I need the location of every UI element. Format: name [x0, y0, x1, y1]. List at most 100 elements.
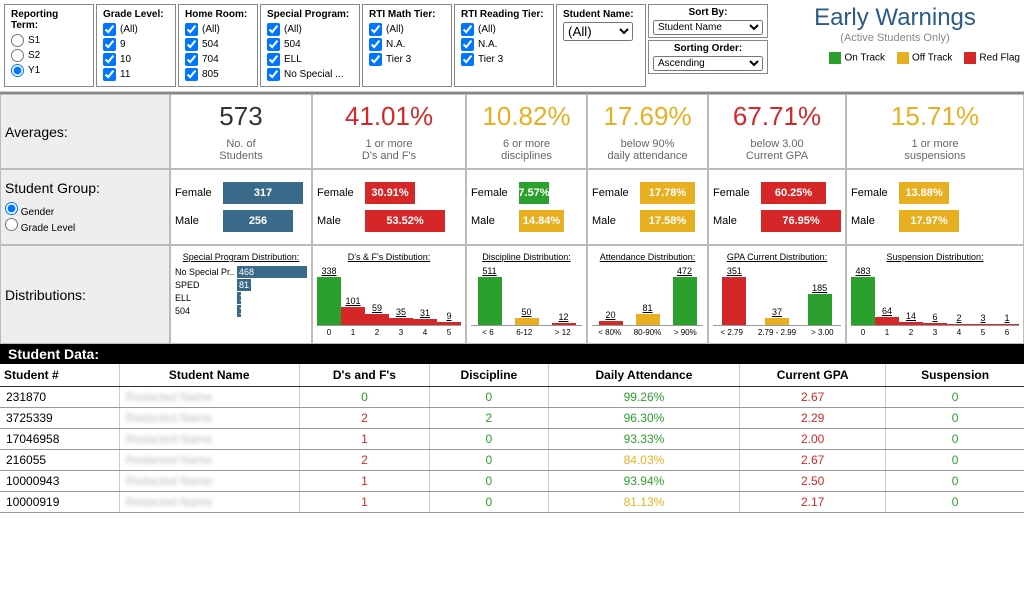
checkbox-input[interactable]	[461, 38, 474, 51]
checkbox-input[interactable]	[185, 68, 198, 81]
dist-cell-0: Special Program Distribution:No Special …	[170, 245, 312, 344]
filter-option[interactable]: N.A.	[369, 37, 445, 52]
sg-row: Female7.57%	[471, 182, 582, 204]
filter-option[interactable]: (All)	[369, 22, 445, 37]
filter-option[interactable]: S1	[11, 33, 87, 48]
table-header[interactable]: Discipline	[430, 364, 549, 387]
table-header[interactable]: Suspension	[886, 364, 1024, 387]
checkbox-input[interactable]	[185, 53, 198, 66]
filter-option[interactable]: (All)	[461, 22, 547, 37]
avg-desc: below 3.00Current GPA	[713, 138, 841, 162]
checkbox-input[interactable]	[267, 23, 280, 36]
filter-option[interactable]: Tier 3	[461, 52, 547, 67]
sg-row: Male17.58%	[592, 210, 703, 232]
sg-radio-gender[interactable]: Gender	[5, 207, 54, 218]
dist-cell-1: D's & F's Distibution:338101593531901234…	[312, 245, 466, 344]
radio-input[interactable]	[11, 34, 24, 47]
filter-option[interactable]: (All)	[103, 22, 169, 37]
filter-option[interactable]: Tier 3	[369, 52, 445, 67]
filter-option[interactable]: (All)	[267, 22, 353, 37]
checkbox-input[interactable]	[461, 53, 474, 66]
avg-cell-0: 573No. ofStudents	[170, 94, 312, 169]
filter-option[interactable]: N.A.	[461, 37, 547, 52]
student-name-select[interactable]: (All)	[563, 22, 633, 41]
legend-swatch-yellow	[897, 52, 909, 64]
sg-cell-3: Female17.78%Male17.58%	[587, 169, 708, 245]
filter-option[interactable]: No Special ...	[267, 67, 353, 82]
table-row[interactable]: 10000943Redacted Name1093.94%2.500	[0, 471, 1024, 492]
table-row[interactable]: 216055Redacted Name2084.03%2.670	[0, 450, 1024, 471]
table-header[interactable]: D's and F's	[299, 364, 429, 387]
table-row[interactable]: 17046958Redacted Name1093.33%2.000	[0, 429, 1024, 450]
sg-row: Female13.88%	[851, 182, 1019, 204]
filter-option[interactable]: Y1	[11, 63, 87, 78]
filter-option[interactable]: 504	[185, 37, 251, 52]
checkbox-input[interactable]	[267, 38, 280, 51]
page-subtitle: (Active Students Only)	[770, 32, 1020, 44]
sg-bar: 17.78%	[640, 182, 695, 204]
filter-option[interactable]: S2	[11, 48, 87, 63]
table-header[interactable]: Daily Attendance	[548, 364, 739, 387]
filter-option[interactable]: 704	[185, 52, 251, 67]
dist-cell-3: Attendance Distribution:2081472< 80%80-9…	[587, 245, 708, 344]
sg-radio-grade[interactable]: Grade Level	[5, 223, 75, 234]
checkbox-input[interactable]	[461, 23, 474, 36]
checkbox-input[interactable]	[369, 23, 382, 36]
dist-chart: 5115012	[471, 266, 582, 326]
filter-option[interactable]: 9	[103, 37, 169, 52]
legend: On Track Off Track Red Flag	[770, 52, 1020, 64]
sg-bar: 76.95%	[761, 210, 841, 232]
dist-bar-fill	[899, 322, 923, 325]
dist-bar-fill	[995, 324, 1019, 325]
checkbox-input[interactable]	[267, 53, 280, 66]
checkbox-input[interactable]	[185, 23, 198, 36]
checkbox-input[interactable]	[103, 23, 116, 36]
filter-option[interactable]: (All)	[185, 22, 251, 37]
checkbox-input[interactable]	[369, 53, 382, 66]
checkbox-input[interactable]	[103, 38, 116, 51]
dashboard-header: Early Warnings (Active Students Only) On…	[770, 4, 1020, 87]
dist-bar-fill	[851, 277, 875, 325]
sort-controls: Sort By: Student Name Sorting Order: Asc…	[648, 4, 768, 87]
filter-option[interactable]: 11	[103, 67, 169, 82]
checkbox-input[interactable]	[185, 38, 198, 51]
page-title: Early Warnings	[770, 4, 1020, 32]
table-row[interactable]: 231870Redacted Name0099.26%2.670	[0, 387, 1024, 408]
filter-bar: Reporting Term: S1S2Y1 Grade Level: (All…	[0, 0, 1024, 92]
dist-cell-5: Suspension Distribution:4836414623101234…	[846, 245, 1024, 344]
student-data-table: Student #Student NameD's and F'sDiscipli…	[0, 364, 1024, 513]
table-header[interactable]: Student Name	[119, 364, 299, 387]
avg-cell-3: 17.69%below 90%daily attendance	[587, 94, 708, 169]
sg-cell-5: Female13.88%Male17.97%	[846, 169, 1024, 245]
filter-option[interactable]: 10	[103, 52, 169, 67]
filter-option[interactable]: 805	[185, 67, 251, 82]
dist-cell-2: Discipline Distribution:5115012< 66-12> …	[466, 245, 587, 344]
checkbox-input[interactable]	[267, 68, 280, 81]
dist-bar-fill	[971, 324, 995, 325]
table-row[interactable]: 10000919Redacted Name1081.13%2.170	[0, 492, 1024, 513]
checkbox-input[interactable]	[103, 68, 116, 81]
checkbox-input[interactable]	[369, 38, 382, 51]
sort-order-select[interactable]: Ascending	[653, 56, 763, 71]
filter-option[interactable]: 504	[267, 37, 353, 52]
sp-dist-row: No Special Pr..468	[175, 266, 307, 278]
table-header[interactable]: Student #	[0, 364, 119, 387]
avg-value: 10.82%	[471, 101, 582, 132]
radio-input[interactable]	[11, 64, 24, 77]
table-row[interactable]: 3725339Redacted Name2296.30%2.290	[0, 408, 1024, 429]
dist-bar-fill	[413, 319, 437, 325]
sg-bar: 30.91%	[365, 182, 415, 204]
filter-option[interactable]: ELL	[267, 52, 353, 67]
sg-bar: 53.52%	[365, 210, 445, 232]
table-header[interactable]: Current GPA	[740, 364, 886, 387]
dist-bar-fill	[765, 318, 789, 325]
sort-by-select[interactable]: Student Name	[653, 20, 763, 35]
sg-row: Male256	[175, 210, 307, 232]
avg-desc: 1 or moreD's and F's	[317, 138, 461, 162]
sg-bar: 317	[223, 182, 303, 204]
sg-bar: 13.88%	[899, 182, 949, 204]
avg-desc: No. ofStudents	[175, 138, 307, 162]
sg-bar: 17.97%	[899, 210, 959, 232]
checkbox-input[interactable]	[103, 53, 116, 66]
radio-input[interactable]	[11, 49, 24, 62]
